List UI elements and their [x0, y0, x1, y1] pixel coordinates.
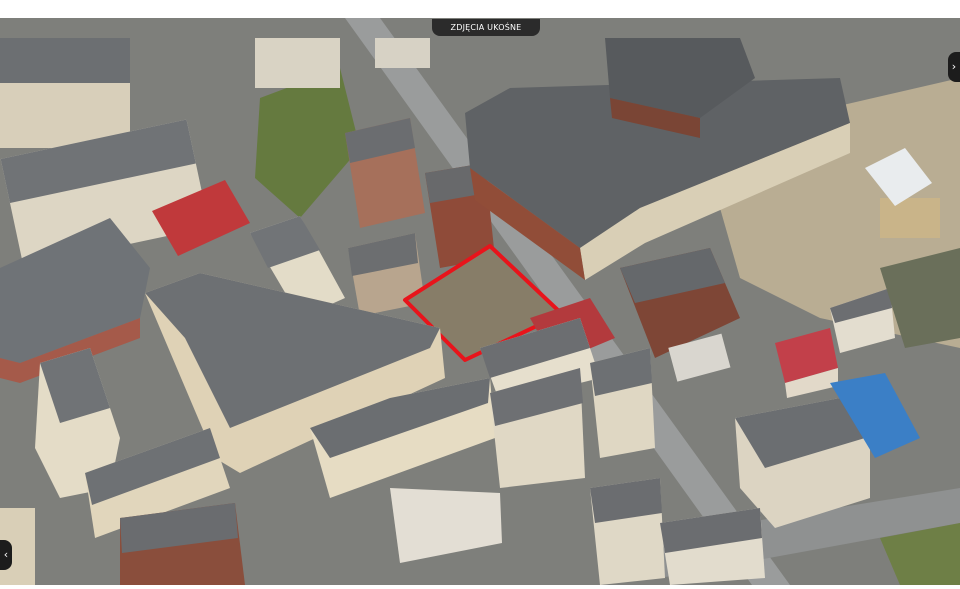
view-mode-badge[interactable]: ZDJĘCIA UKOŚNE — [432, 19, 540, 36]
building-top-center-1 — [255, 38, 340, 88]
pan-right-button[interactable]: › — [948, 52, 960, 82]
aerial-photo-map[interactable] — [0, 18, 960, 585]
roof-top-left-1 — [0, 38, 130, 83]
building-top-center-2 — [375, 38, 430, 68]
chevron-left-icon: ‹ — [3, 548, 9, 561]
pan-left-button[interactable]: ‹ — [0, 540, 12, 570]
site-ground-patch — [880, 198, 940, 238]
chevron-right-icon: › — [951, 60, 957, 73]
